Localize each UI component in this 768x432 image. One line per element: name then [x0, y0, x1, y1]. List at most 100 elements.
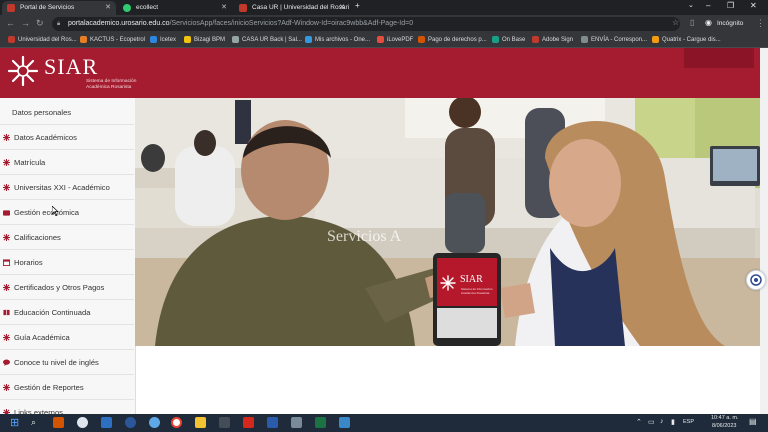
lock-icon: 🔒︎ [57, 21, 61, 27]
bookmark-item[interactable]: iLovePDF [377, 34, 413, 46]
new-tab-button[interactable]: + [355, 1, 360, 10]
bookmark-item[interactable]: Icetex [150, 34, 176, 46]
notifications-icon[interactable]: ▤ [749, 417, 757, 426]
sidebar-item-label: Gestión económica [14, 208, 80, 217]
profile-label[interactable]: Incógnito [717, 20, 743, 27]
sidebar-item-label: Datos personales [12, 108, 72, 117]
sidebar-item-guia-academica[interactable]: Guía Académica [0, 325, 134, 350]
bookmark-favicon-icon [232, 36, 239, 43]
tab-ecollect[interactable]: ecollect ✕ [118, 1, 232, 15]
acrobat-icon[interactable] [243, 417, 254, 428]
tab-search-icon[interactable]: ⌄ [688, 1, 694, 9]
sidebar-item-label: Calificaciones [14, 233, 61, 242]
clock-date[interactable]: 8/06/2023 [712, 423, 736, 429]
students-photo-illustration [135, 98, 760, 346]
sidebar-item-gestion-economica[interactable]: Gestión económica [0, 200, 134, 225]
rosette-icon [3, 134, 10, 141]
bookmark-item[interactable]: Pago de derechos p... [418, 34, 487, 46]
chat-assistant-button[interactable] [746, 270, 766, 290]
search-icon[interactable]: ⌕ [31, 417, 36, 428]
rosette-icon [3, 234, 10, 241]
windows-start-icon[interactable]: ⊞ [10, 416, 19, 429]
sidebar-item-calificaciones[interactable]: Calificaciones [0, 225, 134, 250]
bookmark-favicon-icon [8, 36, 15, 43]
snipping-tool-icon[interactable] [219, 417, 230, 428]
sidebar-item-label: Educación Continuada [14, 308, 91, 317]
minimize-icon[interactable]: – [706, 1, 710, 10]
close-window-icon[interactable]: ✕ [750, 1, 757, 10]
sidebar-item-nivel-ingles[interactable]: Conoce tu nivel de inglés [0, 350, 134, 375]
tab-label: Casa UR | Universidad del Rosari [252, 4, 350, 11]
tablet-siar-brand: SIAR [460, 274, 483, 285]
clock-time[interactable]: 10:47 a. m. [711, 415, 739, 421]
network-icon[interactable]: ▭ [648, 418, 655, 426]
bookmark-favicon-icon [80, 36, 87, 43]
incognito-icon: ◉ [705, 18, 712, 27]
close-tab-icon[interactable]: ✕ [105, 1, 111, 15]
bookmark-favicon-icon [652, 36, 659, 43]
page-scrollbar[interactable] [760, 48, 768, 414]
excel-icon[interactable] [315, 417, 326, 428]
portal-favicon-icon [7, 4, 15, 12]
bookmark-item[interactable]: CASA UR Back | Sal... [232, 34, 302, 46]
restore-icon[interactable]: ❐ [727, 1, 734, 10]
address-bar[interactable]: 🔒︎ portalacademico.urosario.edu.co/Servi… [52, 17, 680, 31]
bookmark-label: Icetex [160, 37, 177, 43]
bookmark-favicon-icon [492, 36, 499, 43]
notes-app-icon[interactable] [291, 417, 302, 428]
language-indicator[interactable]: ESP [683, 419, 694, 425]
sidebar-item-educacion-continuada[interactable]: Educación Continuada [0, 300, 134, 325]
sidebar-item-certificados[interactable]: Certificados y Otros Pagos [0, 275, 134, 300]
bookmark-item[interactable]: Universidad del Ros... [8, 34, 77, 46]
remote-app-icon[interactable] [339, 417, 350, 428]
bookmark-item[interactable]: Mis archivos - One... [305, 34, 370, 46]
file-explorer-icon[interactable] [195, 417, 206, 428]
close-tab-icon[interactable]: ✕ [221, 1, 227, 15]
rosette-icon [3, 334, 10, 341]
siar-rosette-logo-icon [7, 55, 39, 87]
mouse-cursor-icon [52, 206, 59, 216]
bookmark-star-icon[interactable]: ☆ [672, 18, 679, 27]
bookmark-item[interactable]: On Base [492, 34, 525, 46]
sidebar-item-universitas[interactable]: Universitas XXI - Académico [0, 175, 134, 200]
bookmark-favicon-icon [418, 36, 425, 43]
word-icon[interactable] [267, 417, 278, 428]
sidebar-item-gestion-reportes[interactable]: Gestión de Reportes [0, 375, 134, 400]
meet-app-icon[interactable] [125, 417, 136, 428]
calendar-icon [3, 259, 10, 266]
forward-icon[interactable]: → [21, 18, 30, 28]
tray-arrow-icon[interactable]: ⌃ [636, 418, 642, 426]
edge-browser-icon[interactable] [77, 417, 88, 428]
reload-icon[interactable]: ↻ [36, 18, 44, 29]
bookmark-favicon-icon [532, 36, 539, 43]
tab-casa-ur[interactable]: Casa UR | Universidad del Rosari ✕ [234, 1, 350, 15]
battery-icon[interactable]: ▮ [671, 418, 675, 426]
volume-icon[interactable]: ♪ [660, 418, 664, 425]
sidebar-item-horarios[interactable]: Horarios [0, 250, 134, 275]
bookmark-item[interactable]: Bizagi BPM [184, 34, 225, 46]
back-icon[interactable]: ← [6, 18, 15, 28]
menu-dots-icon[interactable]: ⋮ [756, 18, 765, 29]
close-tab-icon[interactable]: ✕ [339, 1, 345, 15]
sidebar-item-label: Guía Académica [14, 333, 70, 342]
url-host: portalacademico.urosario.edu.co [68, 20, 170, 27]
bookmark-item[interactable]: Quatrix - Cargue dis... [652, 34, 721, 46]
sidebar-item-label: Gestión de Reportes [14, 383, 84, 392]
chrome-icon[interactable] [171, 417, 182, 428]
bookmark-label: Mis archivos - One... [315, 37, 371, 43]
tab-portal-servicios[interactable]: Portal de Servicios ✕ [2, 1, 116, 15]
security-app-icon[interactable] [53, 417, 64, 428]
tab-label: Portal de Servicios [20, 4, 75, 11]
sidebar-item-label: Conoce tu nivel de inglés [14, 358, 99, 367]
sidebar-item-matricula[interactable]: Matrícula [0, 150, 134, 175]
bookmark-item[interactable]: ENVÍA - Correspon... [581, 34, 647, 46]
bookmark-item[interactable]: Adobe Sign [532, 34, 573, 46]
skype-icon[interactable] [149, 417, 160, 428]
side-panel-icon[interactable]: ▯ [690, 18, 694, 27]
tab-label: ecollect [136, 4, 159, 11]
bookmark-item[interactable]: KACTUS - Ecopetrol [80, 34, 145, 46]
sidebar-item-datos-academicos[interactable]: Datos Académicos [0, 125, 134, 150]
windows-taskbar: ⊞ ⌕ ⌃ ▭ ♪ ▮ ESP 10:47 a. m. 8/06/2023 ▤ [0, 414, 768, 432]
outlook-icon[interactable] [101, 417, 112, 428]
sidebar-item-datos-personales[interactable]: Datos personales [0, 100, 134, 125]
